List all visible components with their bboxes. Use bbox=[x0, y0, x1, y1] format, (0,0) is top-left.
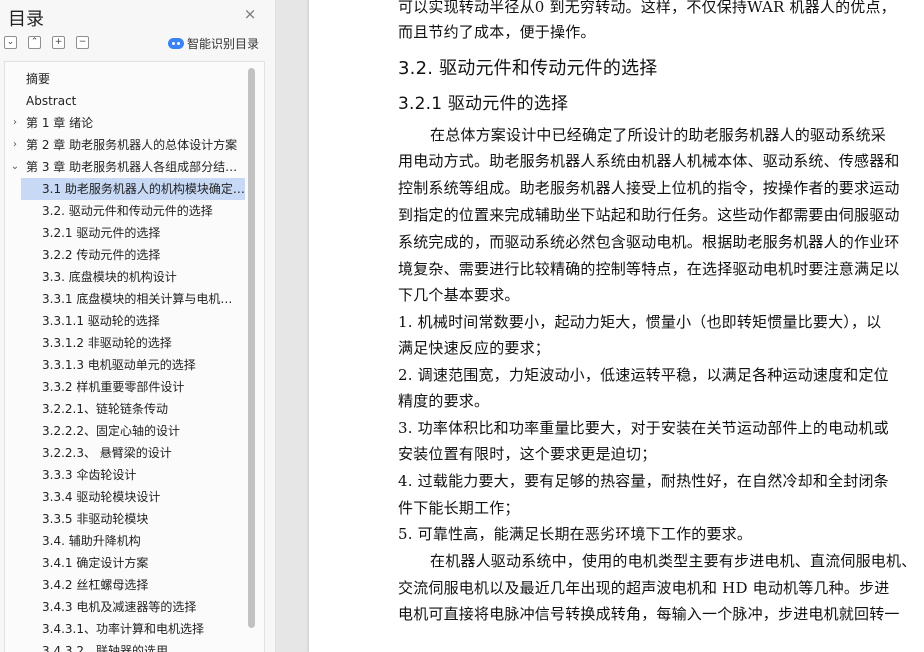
toc-sidebar: 目录 × ⌄ ⌃ + − 智能识别目录 摘要 Abstract › 第 1 章 绪论 ›… bbox=[0, 0, 276, 652]
toc-item[interactable]: 3.3.5 非驱动轮模块 bbox=[5, 508, 245, 530]
toc-item[interactable]: 3.3.1.2 非驱动轮的选择 bbox=[5, 332, 245, 354]
toc-item[interactable]: 3.4.2 丝杠螺母选择 bbox=[5, 574, 245, 596]
toc-item-label: 第 2 章 助老服务机器人的总体设计方案 bbox=[26, 138, 238, 152]
toc-item[interactable]: 3.4.3.2、联轴器的选用 bbox=[5, 640, 245, 652]
toc-item-label: 第 1 章 绪论 bbox=[26, 116, 94, 130]
smart-recognize-label: 智能识别目录 bbox=[187, 36, 260, 51]
toc-item[interactable]: 3.2.2.3、 悬臂梁的设计 bbox=[5, 442, 245, 464]
toc-list-panel: 摘要 Abstract › 第 1 章 绪论 › 第 2 章 助老服务机器人的总体设计方案… bbox=[4, 61, 265, 652]
toc-item-label: 3.4.3.2、联轴器的选用 bbox=[42, 644, 168, 652]
toc-item[interactable]: 3.3. 底盘模块的机构设计 bbox=[5, 266, 245, 288]
toc-item[interactable]: 3.3.1 底盘模块的相关计算与电机选择 bbox=[5, 288, 245, 310]
toc-scrollbar-thumb[interactable] bbox=[248, 68, 255, 628]
paragraph-line: 下几个基本要求。 bbox=[398, 286, 520, 304]
toc-item-label: 3.3.5 非驱动轮模块 bbox=[42, 512, 149, 526]
toc-item-label: 3.2.2 传动元件的选择 bbox=[42, 248, 161, 262]
paragraph-line: 可以实现转动半径从0 到无穷转动。这样，不仅保持WAR 机器人的优点， bbox=[398, 0, 896, 16]
toc-item[interactable]: 3.2.2.1、链轮链条传动 bbox=[5, 398, 245, 420]
paragraph-line: 1. 机械时间常数要小，起动力矩大，惯量小（也即转矩惯量比要大），以 bbox=[398, 313, 882, 331]
chevron-right-icon[interactable]: › bbox=[9, 112, 21, 134]
toc-item[interactable]: 3.4.1 确定设计方案 bbox=[5, 552, 245, 574]
toc-item[interactable]: › 第 1 章 绪论 bbox=[5, 112, 245, 134]
toc-item-label: 3.4.3.1、功率计算和电机选择 bbox=[42, 622, 204, 636]
toc-item[interactable]: 3.2.1 驱动元件的选择 bbox=[5, 222, 245, 244]
toc-item[interactable]: 3.2.2 传动元件的选择 bbox=[5, 244, 245, 266]
toc-item-label: 3.2.2.1、链轮链条传动 bbox=[42, 402, 168, 416]
toc-item[interactable]: 3.3.3 伞齿轮设计 bbox=[5, 464, 245, 486]
paragraph-line: 2. 调速范围宽，力矩波动小，低速运转平稳，以满足各种运动速度和定位 bbox=[398, 366, 889, 384]
paragraph-line: 在机器人驱动系统中，使用的电机类型主要有步进电机、直流伺服电机、 bbox=[430, 552, 917, 570]
toc-item[interactable]: 3.4. 辅助升降机构 bbox=[5, 530, 245, 552]
toc-item[interactable]: 3.3.4 驱动轮模块设计 bbox=[5, 486, 245, 508]
paragraph-line: 5. 可靠性高，能满足长期在恶劣环境下工作的要求。 bbox=[398, 525, 753, 543]
toc-title: 目录 bbox=[8, 9, 44, 30]
paragraph-line: 精度的要求。 bbox=[398, 392, 490, 410]
toc-item-label: 3.4.1 确定设计方案 bbox=[42, 556, 149, 570]
document-gutter bbox=[277, 0, 309, 652]
toc-item-label: 3.3.2 样机重要零部件设计 bbox=[42, 380, 185, 394]
toc-item-label: 3.4. 辅助升降机构 bbox=[42, 534, 141, 548]
paragraph-line: 满足快速反应的要求； bbox=[398, 339, 551, 357]
toc-item[interactable]: 3.3.1.1 驱动轮的选择 bbox=[5, 310, 245, 332]
toc-list: 摘要 Abstract › 第 1 章 绪论 › 第 2 章 助老服务机器人的总体设计方案… bbox=[5, 68, 245, 652]
paragraph-line: 在总体方案设计中已经确定了所设计的助老服务机器人的驱动系统采 bbox=[430, 126, 887, 144]
toc-item[interactable]: 3.2. 驱动元件和传动元件的选择 bbox=[5, 200, 245, 222]
toc-scrollbar[interactable] bbox=[248, 68, 256, 652]
toc-item[interactable]: 3.4.3 电机及减速器等的选择 bbox=[5, 596, 245, 618]
paragraph-line: 系统完成的，而驱动系统必然包含驱动电机。根据助老服务机器人的作业环 bbox=[398, 233, 900, 251]
toc-item[interactable]: 3.2.2.2、固定心轴的设计 bbox=[5, 420, 245, 442]
section-heading: 3.2. 驱动元件和传动元件的选择 bbox=[398, 58, 658, 79]
paragraph-line: 控制系统等组成。助老服务机器人接受上位机的指令，按操作者的要求运动 bbox=[398, 179, 900, 197]
toc-item-label: 3.3.4 驱动轮模块设计 bbox=[42, 490, 161, 504]
toc-item[interactable]: › 第 2 章 助老服务机器人的总体设计方案 bbox=[5, 134, 245, 156]
document-page[interactable]: 可以实现转动半径从0 到无穷转动。这样，不仅保持WAR 机器人的优点， 而且节约了… bbox=[309, 0, 924, 652]
paragraph-line: 到指定的位置来完成辅助坐下站起和助行任务。这些动作都需要由伺服驱动 bbox=[398, 206, 900, 224]
ai-assistant-icon bbox=[168, 37, 184, 49]
paragraph-line: 电机可直接将电脉冲信号转换成转角，每输入一个脉冲，步进电机就回转一 bbox=[398, 605, 900, 623]
toc-item[interactable]: Abstract bbox=[5, 90, 245, 112]
smart-recognize-toc-button[interactable]: 智能识别目录 bbox=[168, 34, 259, 52]
close-icon[interactable]: × bbox=[243, 7, 257, 22]
toc-item-label: 摘要 bbox=[26, 72, 51, 86]
remove-heading-icon[interactable]: − bbox=[76, 36, 89, 49]
toc-item-label: 3.2.2.3、 悬臂梁的设计 bbox=[42, 446, 172, 460]
collapse-all-icon[interactable]: ⌃ bbox=[28, 36, 41, 49]
toc-item-label: 3.1 助老服务机器人的机构模块确定与设计 bbox=[42, 182, 245, 196]
toc-item[interactable]: 3.1 助老服务机器人的机构模块确定与设计 bbox=[21, 178, 245, 200]
chevron-down-icon[interactable]: ⌄ bbox=[9, 156, 21, 178]
paragraph-line: 境复杂、需要进行比较精确的控制等特点，在选择驱动电机时要注意满足以 bbox=[398, 260, 900, 278]
toc-item-label: 3.3.3 伞齿轮设计 bbox=[42, 468, 137, 482]
toc-item-label: 3.3. 底盘模块的机构设计 bbox=[42, 270, 177, 284]
paragraph-line: 4. 过载能力要大，要有足够的热容量，耐热性好，在自然冷却和全封闭条 bbox=[398, 472, 889, 490]
toc-item-label: 3.4.2 丝杠螺母选择 bbox=[42, 578, 149, 592]
toc-item-label: 3.2.2.2、固定心轴的设计 bbox=[42, 424, 180, 438]
toc-item-label: 第 3 章 助老服务机器人各组成部分结构设计 bbox=[26, 160, 239, 174]
paragraph-line: 而且节约了成本，便于操作。 bbox=[398, 23, 596, 41]
toc-item[interactable]: 3.4.3.1、功率计算和电机选择 bbox=[5, 618, 245, 640]
toc-item[interactable]: 3.3.1.3 电机驱动单元的选择 bbox=[5, 354, 245, 376]
toc-item[interactable]: 3.3.2 样机重要零部件设计 bbox=[5, 376, 245, 398]
paragraph-line: 3. 功率体积比和功率重量比要大，对于安装在关节运动部件上的电动机或 bbox=[398, 419, 889, 437]
toc-item[interactable]: ⌄ 第 3 章 助老服务机器人各组成部分结构设计 bbox=[5, 156, 245, 178]
paragraph-line: 安装位置有限时，这个要求更是迫切； bbox=[398, 445, 657, 463]
paragraph-line: 件下能长期工作； bbox=[398, 499, 520, 517]
paragraph-line: 交流伺服电机以及最近几年出现的超声波电机和 HD 电动机等几种。步进 bbox=[398, 579, 890, 597]
toc-item-label: 3.2. 驱动元件和传动元件的选择 bbox=[42, 204, 213, 218]
toc-item[interactable]: 摘要 bbox=[5, 68, 245, 90]
chevron-right-icon[interactable]: › bbox=[9, 134, 21, 156]
toc-item-label: 3.3.1 底盘模块的相关计算与电机选择 bbox=[42, 292, 239, 306]
toc-item-label: Abstract bbox=[26, 94, 77, 108]
add-heading-icon[interactable]: + bbox=[52, 36, 65, 49]
toc-item-label: 3.4.3 电机及减速器等的选择 bbox=[42, 600, 197, 614]
section-heading: 3.2.1 驱动元件的选择 bbox=[398, 94, 569, 114]
toc-item-label: 3.3.1.1 驱动轮的选择 bbox=[42, 314, 160, 328]
expand-all-icon[interactable]: ⌄ bbox=[4, 36, 17, 49]
toc-item-label: 3.3.1.2 非驱动轮的选择 bbox=[42, 336, 172, 350]
toc-item-label: 3.2.1 驱动元件的选择 bbox=[42, 226, 161, 240]
toc-item-label: 3.3.1.3 电机驱动单元的选择 bbox=[42, 358, 196, 372]
paragraph-line: 用电动方式。助老服务机器人系统由机器人机械本体、驱动系统、传感器和 bbox=[398, 152, 900, 170]
